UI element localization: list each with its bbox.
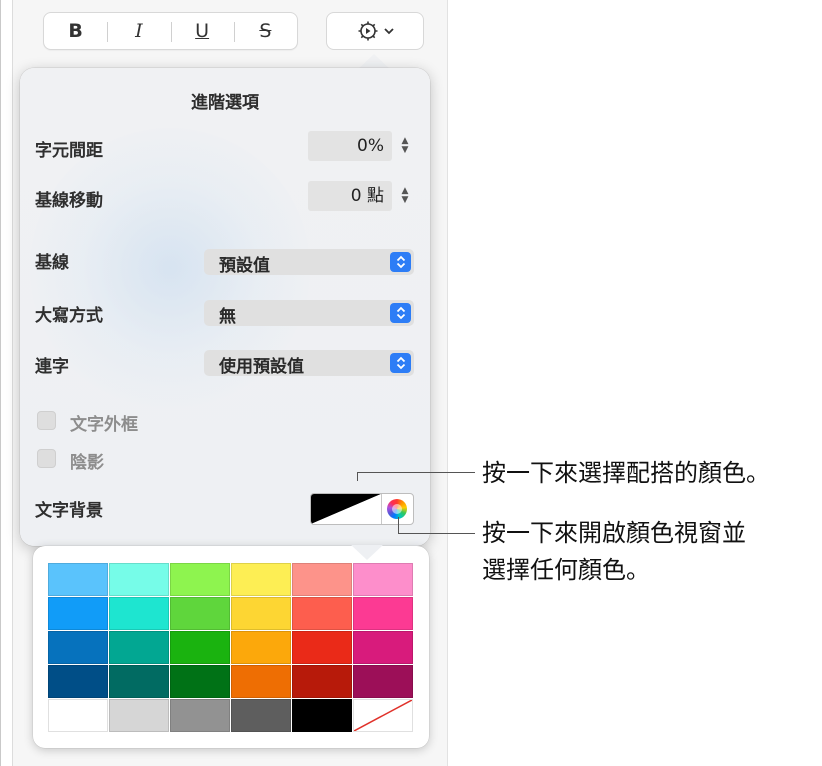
color-swatch[interactable]	[109, 631, 169, 664]
chevron-down-icon	[383, 25, 395, 37]
capitalization-label: 大寫方式	[35, 306, 103, 326]
color-swatch[interactable]	[231, 665, 291, 698]
text-background-label: 文字背景	[35, 501, 103, 521]
baseline-value: 預設值	[219, 256, 270, 276]
callout-leader-1-stem	[357, 472, 358, 481]
current-color-swatch[interactable]	[311, 494, 381, 524]
color-swatch[interactable]	[231, 699, 291, 732]
color-swatch[interactable]	[170, 665, 230, 698]
color-swatch[interactable]	[292, 665, 352, 698]
color-swatch[interactable]	[109, 563, 169, 596]
popover-title: 進階選項	[191, 93, 259, 113]
color-swatch[interactable]	[170, 563, 230, 596]
color-swatch[interactable]	[48, 597, 108, 630]
character-spacing-field[interactable]: 0%	[308, 131, 392, 161]
color-swatch[interactable]	[109, 597, 169, 630]
color-swatch[interactable]	[292, 563, 352, 596]
color-swatch[interactable]	[48, 631, 108, 664]
bold-button[interactable]: B	[44, 13, 107, 49]
color-swatch[interactable]	[48, 563, 108, 596]
color-swatch[interactable]	[353, 597, 413, 630]
no-color-swatch[interactable]	[353, 699, 413, 732]
color-swatch[interactable]	[353, 563, 413, 596]
color-swatch[interactable]	[170, 597, 230, 630]
ligatures-value: 使用預設值	[219, 357, 304, 377]
advanced-options-popover: 進階選項 字元間距 0% ▲ ▼ 基線移動 0 點 ▲ ▼ 基線 預設值 大寫方式 …	[20, 68, 430, 546]
color-swatch[interactable]	[231, 563, 291, 596]
baseline-shift-field[interactable]: 0 點	[308, 181, 392, 211]
popover-arrow	[358, 54, 390, 69]
well-divider	[381, 494, 382, 524]
capitalization-popup[interactable]: 無	[204, 300, 414, 327]
swatch-grid	[48, 563, 413, 732]
color-swatch[interactable]	[109, 699, 169, 732]
callout-leader-2	[398, 533, 475, 534]
font-style-segmented-control: B I U S	[43, 12, 298, 50]
ligatures-label: 連字	[35, 357, 69, 377]
color-swatch[interactable]	[109, 665, 169, 698]
color-swatch[interactable]	[292, 631, 352, 664]
callout-leader-1	[357, 472, 475, 473]
baseline-label: 基線	[35, 253, 69, 273]
updown-chevron-icon	[390, 252, 411, 272]
callout-leader-2-stem	[398, 517, 399, 533]
color-swatch[interactable]	[48, 699, 108, 732]
color-swatch[interactable]	[170, 699, 230, 732]
color-swatch-palette	[33, 546, 429, 748]
character-spacing-stepper[interactable]: ▲ ▼	[397, 134, 413, 158]
shadow-checkbox[interactable]	[37, 449, 56, 468]
gear-icon	[356, 19, 380, 43]
ligatures-popup[interactable]: 使用預設值	[204, 350, 414, 377]
advanced-options-button[interactable]	[326, 12, 424, 50]
shadow-label: 陰影	[70, 453, 104, 473]
palette-arrow	[351, 545, 383, 560]
window-edge	[0, 0, 1, 766]
color-swatch[interactable]	[231, 597, 291, 630]
outline-checkbox[interactable]	[37, 411, 56, 430]
wheel-callout-line2: 選擇任何顏色。	[482, 556, 650, 584]
outline-label: 文字外框	[70, 415, 138, 435]
color-swatch[interactable]	[231, 631, 291, 664]
color-swatch[interactable]	[170, 631, 230, 664]
updown-chevron-icon	[390, 303, 411, 323]
color-swatch[interactable]	[48, 665, 108, 698]
color-swatch[interactable]	[353, 665, 413, 698]
color-wheel-icon[interactable]	[387, 499, 407, 519]
color-swatch[interactable]	[353, 631, 413, 664]
no-color-slash-icon	[354, 700, 412, 731]
swatch-callout: 按一下來選擇配搭的顏色。	[482, 459, 770, 487]
color-swatch[interactable]	[292, 597, 352, 630]
underline-button[interactable]: U	[170, 13, 234, 49]
character-spacing-label: 字元間距	[35, 141, 103, 161]
baseline-shift-label: 基線移動	[35, 191, 103, 211]
color-swatch[interactable]	[292, 699, 352, 732]
updown-chevron-icon	[390, 353, 411, 373]
strikethrough-button[interactable]: S	[233, 13, 297, 49]
capitalization-value: 無	[219, 307, 236, 327]
italic-button[interactable]: I	[107, 13, 170, 49]
wheel-callout-line1: 按一下來開啟顏色視窗並	[482, 519, 746, 547]
baseline-popup[interactable]: 預設值	[204, 249, 414, 276]
baseline-shift-stepper[interactable]: ▲ ▼	[397, 184, 413, 208]
